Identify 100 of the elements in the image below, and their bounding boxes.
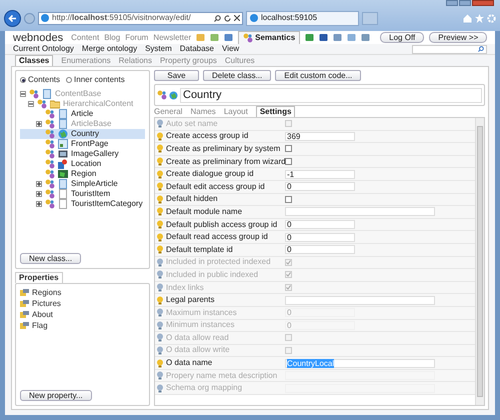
close-button[interactable] <box>472 0 494 6</box>
collapse-icon[interactable] <box>28 101 34 107</box>
tree-item[interactable]: SimpleArticle <box>20 179 145 189</box>
tree-item[interactable]: TouristItemCategory <box>20 199 145 209</box>
tab[interactable]: Classes <box>15 55 54 66</box>
expand-icon[interactable] <box>36 181 42 187</box>
address-bar[interactable]: http://localhost:59105/visitnorway/edit/ <box>38 12 243 24</box>
minimize-button[interactable] <box>446 0 458 6</box>
tree-item[interactable]: Country <box>20 129 145 139</box>
checkbox[interactable] <box>285 196 292 203</box>
setting-label: Maximum instances <box>166 308 237 318</box>
collapse-icon[interactable] <box>20 91 26 97</box>
search-field[interactable] <box>412 44 487 54</box>
tab[interactable]: Layout <box>224 107 248 117</box>
setting-label: Default template id <box>166 244 233 255</box>
input-field[interactable] <box>285 207 435 216</box>
tab[interactable]: General <box>154 107 182 117</box>
browser-tab[interactable]: localhost:59105 <box>246 10 359 26</box>
settings-icon[interactable] <box>487 14 496 22</box>
bulb-icon <box>156 170 164 179</box>
expand-icon[interactable] <box>36 121 42 127</box>
new-tab-button[interactable] <box>362 12 378 24</box>
bulb-icon <box>156 119 164 128</box>
radio-button[interactable] <box>66 77 72 83</box>
toolbar-button[interactable]: Save <box>154 70 199 81</box>
checkbox[interactable] <box>285 346 292 354</box>
toolbar-button[interactable]: Delete class... <box>203 70 272 81</box>
tree-item[interactable]: TouristItem <box>20 189 145 199</box>
expand-icon[interactable] <box>36 191 42 197</box>
property-item[interactable]: Pictures <box>20 299 145 309</box>
nav-link[interactable]: Newsletter <box>153 32 192 42</box>
checkbox[interactable] <box>285 158 292 166</box>
new-class-button[interactable]: New class... <box>20 253 82 264</box>
setting-label: O data allow write <box>166 345 230 356</box>
checkbox[interactable] <box>285 284 292 292</box>
tab[interactable]: Names <box>190 107 216 117</box>
search-icon[interactable] <box>478 46 484 52</box>
menu-item[interactable]: System <box>145 44 172 54</box>
home-icon[interactable] <box>463 14 472 22</box>
tab[interactable]: Settings <box>256 106 296 117</box>
nav-link[interactable]: Forum <box>125 32 148 42</box>
input-field[interactable] <box>285 296 435 305</box>
scrollbar[interactable] <box>475 118 484 405</box>
tree-item[interactable]: Location <box>20 159 145 169</box>
panel-tab[interactable]: Properties <box>15 272 63 283</box>
tree-label: Location <box>71 159 102 169</box>
input-field[interactable]: 0 <box>285 220 355 230</box>
menu-item[interactable]: View <box>222 44 240 54</box>
checkbox[interactable] <box>285 271 292 278</box>
nav-link[interactable]: Content <box>71 32 100 42</box>
radio-option[interactable]: Contents <box>20 75 60 85</box>
input-field[interactable]: 0 <box>285 245 355 254</box>
logo: webnodes <box>13 32 64 42</box>
property-item[interactable]: Flag <box>20 321 145 331</box>
class-icon <box>45 159 55 169</box>
back-button[interactable] <box>4 10 21 26</box>
tree-label: Article <box>71 109 94 119</box>
class-icon <box>45 149 55 159</box>
bulb-icon <box>156 182 164 192</box>
checkbox[interactable] <box>285 145 292 152</box>
radio-option[interactable]: Inner contents <box>66 75 125 85</box>
toolbar-button[interactable]: Edit custom code... <box>275 70 362 81</box>
input-field[interactable]: 0 <box>285 182 355 192</box>
input-field[interactable]: 369 <box>285 132 355 141</box>
menu-item[interactable]: Database <box>180 44 214 54</box>
tree-item[interactable]: Article <box>20 109 145 119</box>
search-icon[interactable] <box>214 14 221 22</box>
menu-item[interactable]: Merge ontology <box>82 44 138 54</box>
refresh-icon[interactable] <box>224 14 231 22</box>
close-icon[interactable] <box>234 15 240 21</box>
forward-button[interactable] <box>24 12 35 24</box>
checkbox[interactable] <box>285 120 292 128</box>
class-icon <box>45 169 55 179</box>
menu-item[interactable]: Current Ontology <box>13 44 74 54</box>
maximize-button[interactable] <box>459 0 471 6</box>
nav-tab[interactable]: Semantics <box>238 31 300 44</box>
setting-label: O data name <box>166 358 212 368</box>
new-property-button[interactable]: New property... <box>20 390 92 401</box>
tree-item[interactable]: Region <box>20 169 145 179</box>
header-button[interactable]: Preview >> <box>429 32 488 43</box>
input-field[interactable]: -1 <box>285 170 355 179</box>
tree-item[interactable]: ImageGallery <box>20 149 145 159</box>
property-item[interactable]: Regions <box>20 288 145 298</box>
star-icon[interactable] <box>475 14 484 22</box>
radio-button[interactable] <box>20 77 26 83</box>
setting-label: Default hidden <box>166 194 218 204</box>
bulb-icon <box>156 144 164 154</box>
checkbox[interactable] <box>285 334 292 342</box>
header-button[interactable]: Log Off <box>380 32 424 43</box>
property-item[interactable]: About <box>20 310 145 320</box>
expand-icon[interactable] <box>36 201 42 207</box>
class-name-field[interactable]: Country <box>180 88 482 102</box>
tree-label: ContentBase <box>55 89 102 99</box>
setting-label: O data allow read <box>166 332 229 343</box>
nav-link[interactable]: Blog <box>104 32 120 42</box>
tree-label: ArticleBase <box>71 119 112 129</box>
tree-item[interactable]: FrontPage <box>20 139 145 149</box>
input-field[interactable]: 0 <box>285 232 355 242</box>
bulb-icon <box>156 296 164 305</box>
checkbox[interactable] <box>285 258 292 266</box>
